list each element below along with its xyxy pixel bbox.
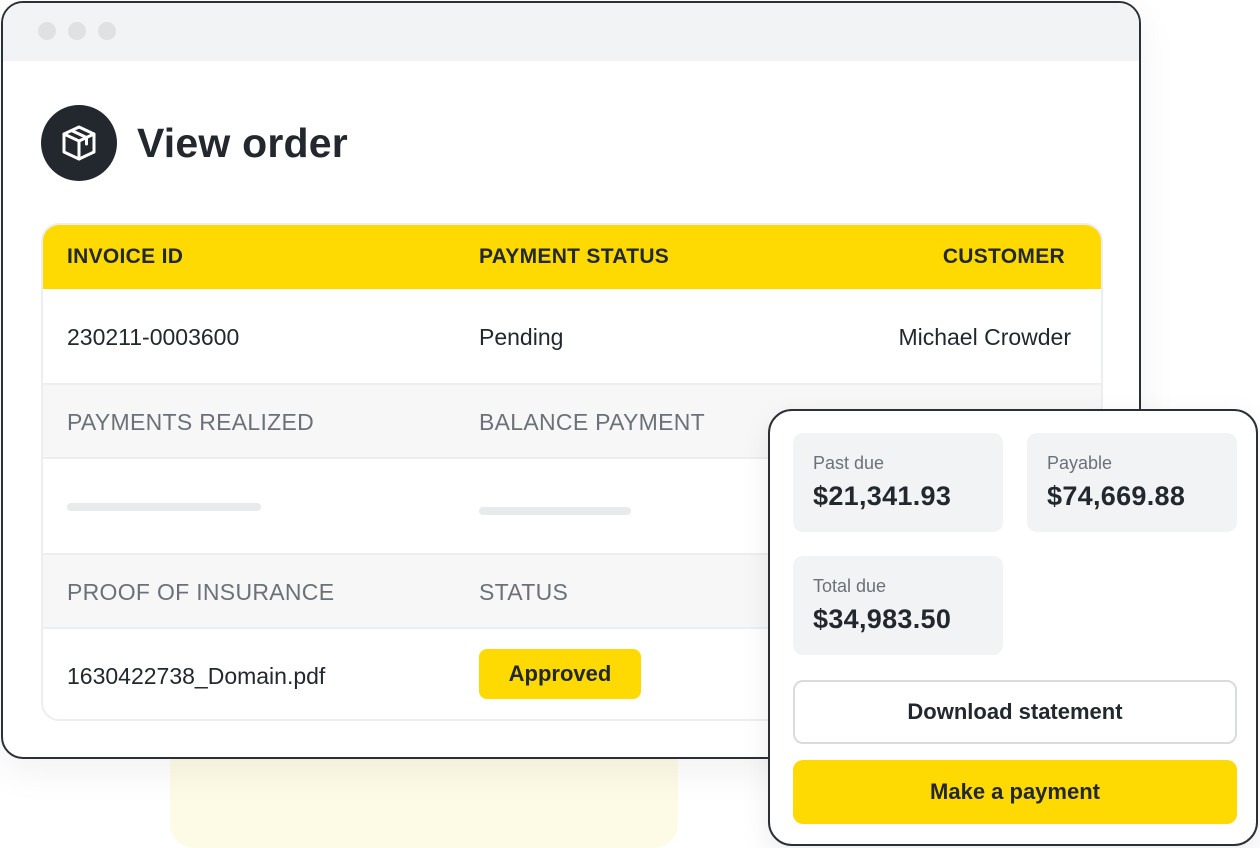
- header-payment-status: PAYMENT STATUS: [479, 245, 670, 268]
- status-badge: Approved: [479, 649, 641, 699]
- header-customer: CUSTOMER: [942, 245, 1065, 268]
- total-due-label: Total due: [813, 576, 887, 596]
- window-dot-close[interactable]: [38, 22, 56, 40]
- page-title: View order: [137, 120, 348, 166]
- proof-of-insurance-label: PROOF OF INSURANCE: [67, 579, 335, 605]
- table-row: 230211-0003600 Pending Michael Crowder: [43, 289, 1101, 383]
- table-header: INVOICE ID PAYMENT STATUS CUSTOMER: [43, 225, 1101, 289]
- window-titlebar: [3, 3, 1139, 61]
- package-box-icon: [41, 105, 117, 181]
- payable-value: $74,669.88: [1047, 481, 1186, 511]
- make-payment-button[interactable]: Make a payment: [793, 760, 1237, 824]
- insurance-file-link[interactable]: 1630422738_Domain.pdf: [67, 663, 325, 690]
- download-statement-button[interactable]: Download statement: [793, 680, 1237, 744]
- past-due-value: $21,341.93: [813, 481, 952, 511]
- window-dot-minimize[interactable]: [68, 22, 86, 40]
- header-invoice-id: INVOICE ID: [67, 245, 184, 268]
- window-dot-maximize[interactable]: [98, 22, 116, 40]
- payment-summary-card: Past due $21,341.93 Payable $74,669.88 T…: [768, 409, 1258, 846]
- skeleton-placeholder: [67, 503, 261, 511]
- balance-payment-label: BALANCE PAYMENT: [479, 409, 706, 435]
- payable-label: Payable: [1047, 453, 1113, 473]
- total-due-value: $34,983.50: [813, 604, 952, 634]
- customer-value: Michael Crowder: [898, 324, 1071, 350]
- payable-tile: Payable $74,669.88: [1027, 433, 1237, 532]
- payment-status-value: Pending: [479, 324, 564, 350]
- payments-realized-label: PAYMENTS REALIZED: [67, 409, 315, 435]
- total-due-tile: Total due $34,983.50: [793, 556, 1003, 655]
- status-label: STATUS: [479, 579, 569, 605]
- past-due-label: Past due: [813, 453, 885, 473]
- stage: View order INVOICE ID PAYMENT STATUS CUS…: [0, 0, 1260, 848]
- invoice-id-value: 230211-0003600: [67, 324, 240, 350]
- skeleton-placeholder: [479, 507, 631, 515]
- past-due-tile: Past due $21,341.93: [793, 433, 1003, 532]
